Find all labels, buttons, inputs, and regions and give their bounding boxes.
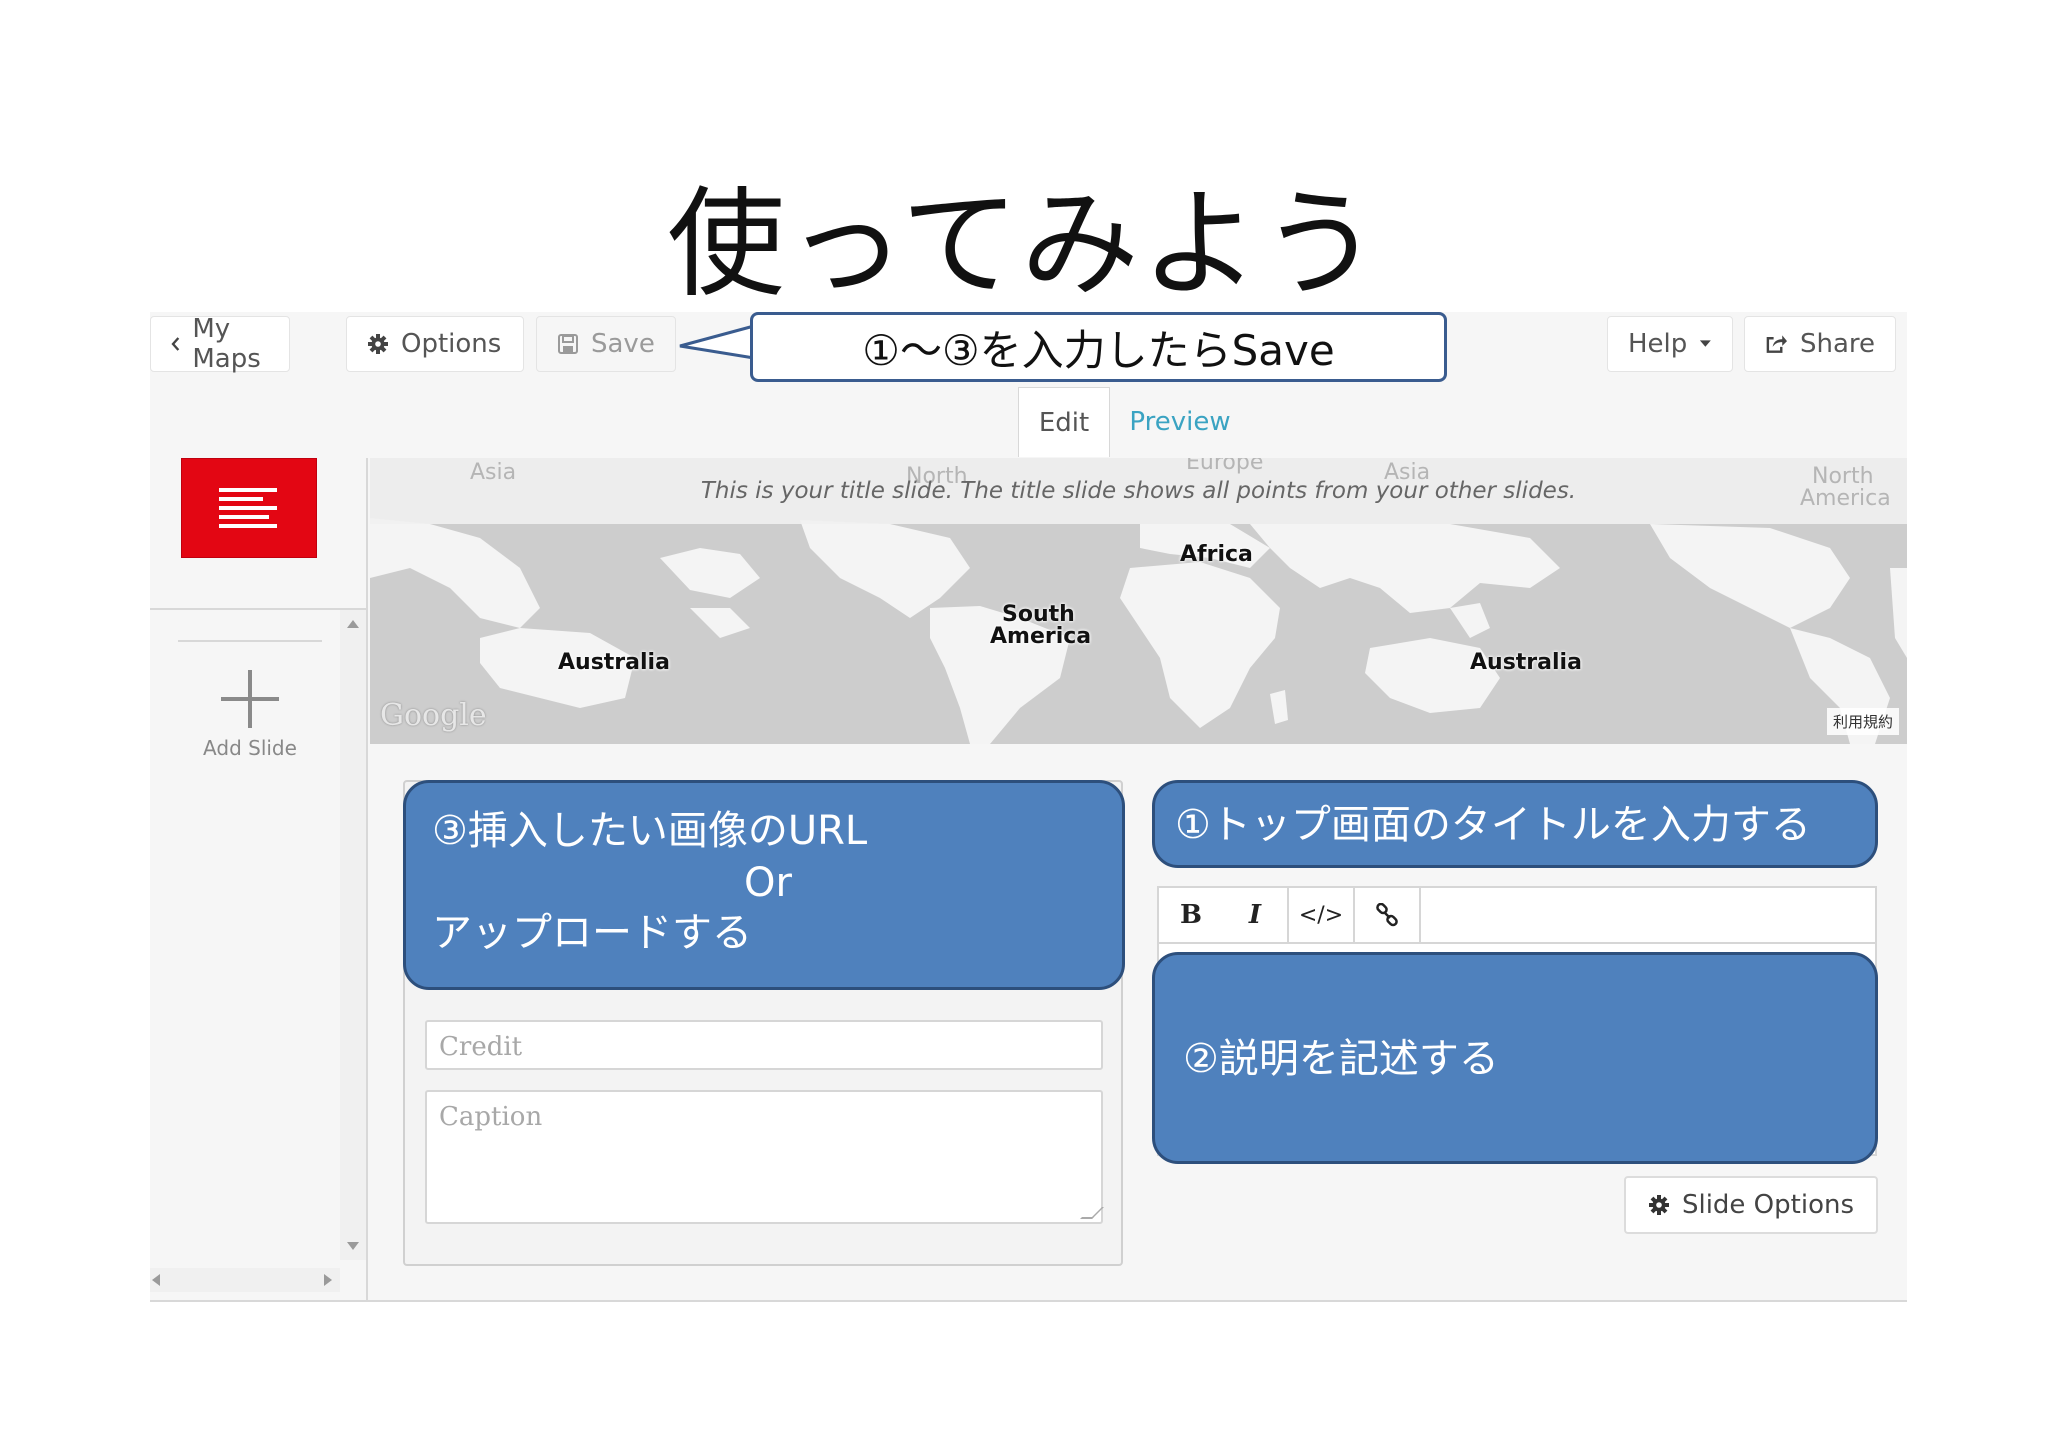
save-hint-callout: ①～③を入力したらSave (750, 312, 1447, 382)
app-bottom-border (150, 1300, 1907, 1302)
text-lines-icon (219, 488, 277, 528)
title-hint-text: ①トップ画面のタイトルを入力する (1175, 802, 1811, 848)
image-hint-line: Or (744, 860, 792, 906)
help-label: Help (1628, 329, 1688, 359)
presentation-slide: 使ってみよう My Maps Options Save ①～③を入力したらSav… (0, 0, 2048, 1447)
scroll-left-arrow-icon[interactable] (152, 1274, 160, 1286)
sidebar-vertical-scrollbar[interactable] (340, 610, 366, 1260)
plus-icon (221, 670, 279, 728)
map-label-south-america: South (1002, 602, 1075, 627)
share-button[interactable]: Share (1744, 316, 1896, 372)
google-logo: Google (380, 698, 487, 733)
slide-options-label: Slide Options (1681, 1190, 1855, 1220)
slide-sidebar: Add Slide (150, 458, 368, 1300)
caret-down-icon (1700, 340, 1712, 347)
options-button[interactable]: Options (346, 316, 524, 372)
tab-edit[interactable]: Edit (1018, 387, 1110, 457)
link-group (1355, 888, 1421, 942)
share-label: Share (1799, 329, 1875, 359)
description-hint-callout: ②説明を記述する (1152, 952, 1878, 1164)
help-dropdown[interactable]: Help (1607, 316, 1733, 372)
caption-textarea[interactable]: Caption (425, 1090, 1104, 1224)
sidebar-divider (150, 608, 368, 610)
map-label-australia: Australia (1470, 650, 1582, 675)
sidebar-horizontal-scrollbar[interactable] (150, 1268, 340, 1292)
gear-icon (1648, 1195, 1669, 1215)
scroll-right-arrow-icon[interactable] (324, 1274, 332, 1286)
credit-input[interactable]: Credit (425, 1020, 1103, 1070)
image-hint-line: ③挿入したい画像のURL (432, 808, 868, 854)
sidebar-divider (178, 640, 322, 642)
options-label: Options (401, 329, 502, 359)
my-maps-label: My Maps (192, 314, 261, 374)
title-slide-thumbnail[interactable] (181, 458, 317, 558)
map-label-south-america: America (990, 624, 1092, 649)
image-hint-callout: ③挿入したい画像のURL Or アップロードする (403, 780, 1125, 990)
storymap-editor: My Maps Options Save ①～③を入力したらSave Help … (150, 312, 1907, 1302)
caption-placeholder: Caption (439, 1102, 543, 1132)
code-group: </> (1289, 888, 1355, 942)
my-maps-button[interactable]: My Maps (150, 314, 290, 374)
title-hint-callout: ①トップ画面のタイトルを入力する (1152, 780, 1878, 868)
link-button[interactable] (1355, 888, 1419, 942)
map-label-africa: Africa (1180, 542, 1253, 567)
map-label-australia: Australia (558, 650, 670, 675)
resize-handle-icon[interactable] (1080, 1207, 1104, 1219)
tab-preview[interactable]: Preview (1120, 387, 1240, 457)
map-ghost-label: Europe (1186, 458, 1264, 475)
slide-title: 使ってみよう (666, 175, 1382, 313)
add-slide-label: Add Slide (203, 736, 297, 760)
slide-options-button[interactable]: Slide Options (1624, 1176, 1878, 1234)
share-icon (1766, 335, 1788, 353)
bold-button[interactable]: B (1159, 888, 1223, 942)
description-hint-text: ②説明を記述する (1183, 1036, 1499, 1082)
image-hint-line: アップロードする (432, 910, 752, 956)
callout-pointer (679, 324, 755, 360)
gear-icon (368, 334, 388, 354)
format-group: B I (1159, 888, 1289, 942)
save-button[interactable]: Save (536, 316, 676, 372)
code-button[interactable]: </> (1289, 888, 1353, 942)
link-icon (1376, 903, 1398, 927)
map-view[interactable]: Asia North Europe Asia North America Thi… (370, 458, 1907, 744)
save-label: Save (591, 329, 655, 359)
add-slide-button[interactable]: Add Slide (180, 668, 320, 760)
title-slide-note: This is your title slide. The title slid… (700, 478, 1577, 504)
chevron-left-icon (171, 337, 180, 351)
floppy-disk-icon (558, 334, 578, 354)
terms-link[interactable]: 利用規約 (1826, 708, 1899, 735)
scroll-down-arrow-icon[interactable] (347, 1242, 359, 1250)
scroll-up-arrow-icon[interactable] (347, 620, 359, 628)
italic-button[interactable]: I (1223, 888, 1287, 942)
editor-toolbar: B I </> (1159, 888, 1875, 944)
